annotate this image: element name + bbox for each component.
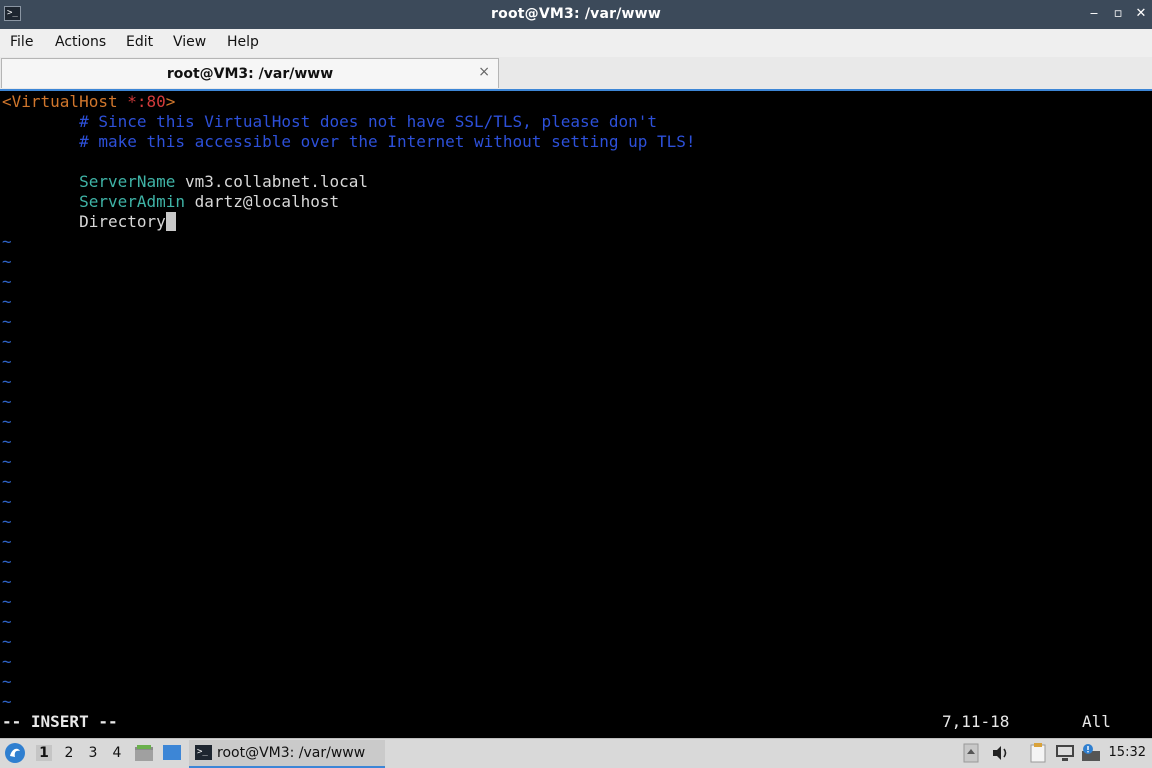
empty-line-tilde: ~ xyxy=(2,532,12,551)
virtualhost-port: *:80 xyxy=(127,92,166,111)
menu-view[interactable]: View xyxy=(173,34,206,50)
directory-text: Directory xyxy=(79,212,166,231)
tab-bar: root@VM3: /var/www × xyxy=(0,57,1152,90)
close-button[interactable]: ✕ xyxy=(1133,5,1149,23)
cursor-position: 7,11-18 xyxy=(942,712,1010,731)
empty-line-tilde: ~ xyxy=(2,412,12,431)
window-titlebar[interactable]: >_ root@VM3: /var/www ‒ ▫ ✕ xyxy=(0,0,1152,29)
clock: 15:32 xyxy=(1108,745,1146,760)
empty-line-tilde: ~ xyxy=(2,292,12,311)
empty-line-tilde: ~ xyxy=(2,452,12,471)
empty-line-tilde: ~ xyxy=(2,372,12,391)
vim-mode-indicator: -- INSERT -- xyxy=(2,712,118,731)
menu-actions[interactable]: Actions xyxy=(55,34,106,50)
empty-line-tilde: ~ xyxy=(2,492,12,511)
terminal-tab[interactable]: root@VM3: /var/www × xyxy=(1,58,499,88)
editor-line-7: Directory xyxy=(2,212,176,232)
taskbar-terminal-task[interactable]: >_ root@VM3: /var/www xyxy=(189,740,385,768)
tab-label: root@VM3: /var/www xyxy=(166,66,334,82)
empty-line-tilde: ~ xyxy=(2,472,12,491)
empty-line-tilde: ~ xyxy=(2,252,12,271)
terminal-task-icon: >_ xyxy=(195,745,212,760)
text-cursor xyxy=(165,212,176,231)
start-menu-icon[interactable] xyxy=(4,742,26,768)
menu-help[interactable]: Help xyxy=(227,34,259,50)
minimize-button[interactable]: ‒ xyxy=(1086,5,1102,23)
volume-icon[interactable] xyxy=(990,743,1010,767)
file-manager-icon[interactable] xyxy=(134,743,154,767)
editor-line-1: <VirtualHost *:80> xyxy=(2,92,175,112)
window-title: root@VM3: /var/www xyxy=(491,6,661,22)
editor-line-2: # Since this VirtualHost does not have S… xyxy=(2,112,658,131)
tab-close-icon[interactable]: × xyxy=(478,64,490,80)
empty-line-tilde: ~ xyxy=(2,232,12,251)
empty-line-tilde: ~ xyxy=(2,392,12,411)
empty-line-tilde: ~ xyxy=(2,672,12,691)
empty-line-tilde: ~ xyxy=(2,632,12,651)
empty-line-tilde: ~ xyxy=(2,572,12,591)
network-icon[interactable] xyxy=(1054,743,1076,767)
virtualhost-tag-close: > xyxy=(165,92,176,111)
servername-directive: ServerName xyxy=(79,172,176,191)
empty-line-tilde: ~ xyxy=(2,592,12,611)
tray-scroll-up-icon[interactable] xyxy=(963,743,979,767)
empty-line-tilde: ~ xyxy=(2,272,12,291)
empty-line-tilde: ~ xyxy=(2,552,12,571)
desktop-icon[interactable] xyxy=(162,744,182,766)
restore-button[interactable]: ▫ xyxy=(1110,5,1126,23)
clipboard-icon[interactable] xyxy=(1028,742,1048,768)
serveradmin-directive: ServerAdmin xyxy=(79,192,186,211)
serveradmin-value: dartz@localhost xyxy=(185,192,340,211)
virtualhost-tag-open: <VirtualHost xyxy=(2,92,128,111)
servername-value: vm3.collabnet.local xyxy=(175,172,369,191)
editor-line-6: ServerAdmin dartz@localhost xyxy=(2,192,339,212)
empty-line-tilde: ~ xyxy=(2,692,12,711)
editor-line-3: # make this accessible over the Internet… xyxy=(2,132,696,151)
workspace-2[interactable]: 2 xyxy=(61,745,77,761)
task-label: root@VM3: /var/www xyxy=(217,745,366,761)
empty-line-tilde: ~ xyxy=(2,432,12,451)
editor-line-5: ServerName vm3.collabnet.local xyxy=(2,172,368,192)
notification-icon[interactable] xyxy=(1080,742,1102,768)
empty-line-tilde: ~ xyxy=(2,332,12,351)
empty-line-tilde: ~ xyxy=(2,312,12,331)
empty-line-tilde: ~ xyxy=(2,512,12,531)
workspace-4[interactable]: 4 xyxy=(109,745,125,761)
menu-edit[interactable]: Edit xyxy=(126,34,153,50)
workspace-3[interactable]: 3 xyxy=(85,745,101,761)
terminal-area[interactable]: <VirtualHost *:80> # Since this VirtualH… xyxy=(0,91,1152,738)
menu-file[interactable]: File xyxy=(10,34,33,50)
menu-bar: File Actions Edit View Help xyxy=(0,29,1152,57)
scroll-indicator: All xyxy=(1082,712,1111,731)
empty-line-tilde: ~ xyxy=(2,652,12,671)
empty-line-tilde: ~ xyxy=(2,612,12,631)
workspace-1[interactable]: 1 xyxy=(36,745,52,761)
taskbar: 1 2 3 4 >_ root@VM3: /var/www 15:32 xyxy=(0,738,1152,768)
empty-line-tilde: ~ xyxy=(2,352,12,371)
